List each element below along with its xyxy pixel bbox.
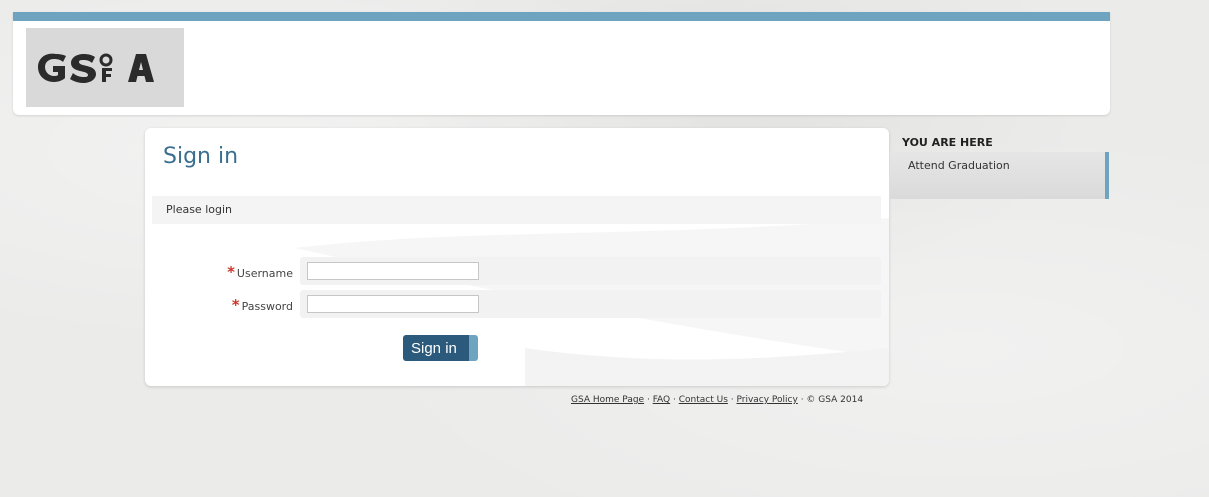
sign-in-button[interactable]: Sign in [403, 335, 478, 361]
footer-link-contact[interactable]: Contact Us [679, 395, 728, 405]
you-are-here-heading: YOU ARE HERE [902, 136, 993, 149]
site-logo[interactable] [26, 28, 184, 107]
sign-in-panel: Sign in Please login * Username * Password… [145, 128, 889, 386]
breadcrumb-box: Attend Graduation [890, 152, 1109, 199]
required-marker: * [231, 296, 240, 314]
footer-separator: · [644, 395, 653, 405]
page-title: Sign in [163, 144, 239, 169]
password-input[interactable] [307, 295, 479, 313]
gsa-logo-icon [38, 53, 154, 83]
breadcrumb-sidebar: YOU ARE HERE Attend Graduation [890, 133, 1109, 199]
password-row: * Password [152, 290, 881, 318]
footer-copyright: © GSA 2014 [806, 395, 864, 405]
footer-separator: · [670, 395, 679, 405]
username-input[interactable] [307, 262, 479, 280]
password-label: * Password [152, 290, 293, 318]
site-header [13, 12, 1110, 115]
footer-link-home[interactable]: GSA Home Page [571, 395, 644, 405]
required-marker: * [227, 263, 235, 281]
footer-link-privacy[interactable]: Privacy Policy [736, 395, 797, 405]
username-label: * Username [152, 257, 293, 285]
header-accent-bar [13, 12, 1110, 21]
breadcrumb-item-attend-graduation[interactable]: Attend Graduation [908, 159, 1010, 172]
password-label-text: Password [241, 300, 293, 313]
footer-link-faq[interactable]: FAQ [653, 395, 670, 405]
footer: GSA Home Page · FAQ · Contact Us · Priva… [571, 395, 863, 405]
login-notice: Please login [152, 196, 881, 224]
username-label-text: Username [236, 267, 293, 280]
username-row: * Username [152, 257, 881, 285]
